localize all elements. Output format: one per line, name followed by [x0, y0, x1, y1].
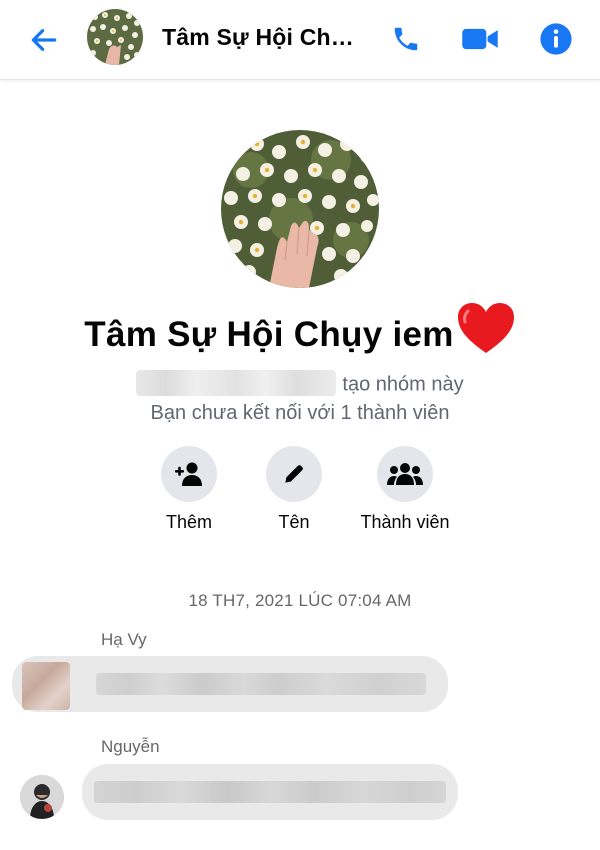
members-label: Thành viên [360, 512, 450, 532]
created-suffix: tạo nhóm này [342, 373, 464, 396]
group-members-icon [387, 463, 423, 485]
voice-call-button[interactable] [386, 19, 426, 59]
video-call-button[interactable] [460, 19, 500, 59]
conversation-title[interactable]: Tâm Sự Hội Chụy... [162, 24, 367, 51]
members-button[interactable] [377, 446, 433, 502]
phone-icon [394, 27, 418, 51]
creator-line: tạo nhóm này [0, 370, 600, 398]
sender-name: Hạ Vy [101, 630, 147, 649]
info-icon [540, 23, 572, 55]
group-avatar-large[interactable] [221, 130, 379, 288]
back-button[interactable] [26, 22, 62, 58]
message-bubble[interactable] [82, 764, 458, 820]
rename-action[interactable]: Tên [234, 446, 354, 533]
message-bubble[interactable] [12, 656, 448, 712]
message-timestamp: 18 TH7, 2021 LÚC 07:04 AM [188, 591, 412, 610]
add-member-action[interactable]: Thêm [129, 446, 249, 533]
add-member-button[interactable] [161, 446, 217, 502]
redacted-avatar[interactable] [22, 662, 70, 710]
video-camera-icon [462, 28, 498, 50]
group-avatar-small[interactable] [87, 9, 143, 65]
avatar[interactable] [20, 775, 64, 819]
add-person-icon [175, 462, 202, 486]
conversation-header: Tâm Sự Hội Chụy... [0, 0, 600, 80]
redacted-message-text [96, 673, 426, 695]
connection-note: Bạn chưa kết nối với 1 thành viên [150, 402, 450, 424]
arrow-left-icon [31, 29, 57, 51]
group-name: Tâm Sự Hội Chụy iem [0, 303, 600, 368]
heart-icon [456, 301, 516, 364]
members-action[interactable]: Thành viên [345, 446, 465, 533]
group-name-text: Tâm Sự Hội Chụy iem [84, 314, 454, 354]
sender-name: Nguyễn [101, 737, 160, 756]
rename-label: Tên [278, 512, 310, 532]
redacted-creator-name [136, 370, 337, 396]
pencil-icon [285, 465, 303, 483]
info-button[interactable] [536, 19, 576, 59]
redacted-message-text [94, 781, 446, 803]
add-member-label: Thêm [165, 512, 212, 532]
rename-button[interactable] [266, 446, 322, 502]
